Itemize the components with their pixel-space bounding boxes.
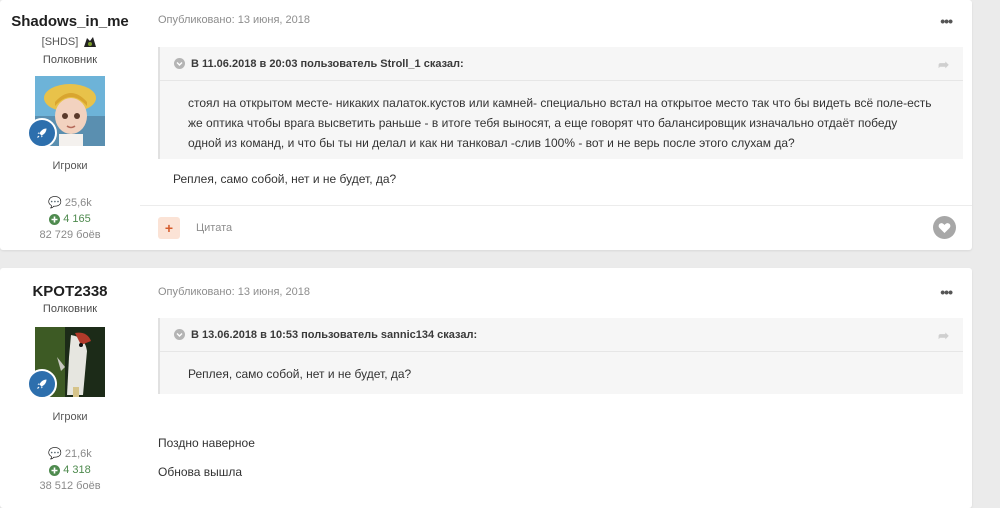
author-group: Игроки <box>52 411 88 423</box>
post-footer: + Цитата <box>140 205 972 251</box>
post-count-value: 25,6k <box>64 196 92 209</box>
share-arrow-icon[interactable]: ➦ <box>938 328 949 344</box>
collapse-quote-icon[interactable] <box>174 58 185 69</box>
post-count: 💬 25,6k <box>0 196 140 210</box>
quote-header: В 11.06.2018 в 20:03 пользователь Stroll… <box>160 47 963 81</box>
post-date[interactable]: Опубликовано: 13 июня, 2018 <box>158 286 310 298</box>
plus-circle-icon <box>49 213 61 225</box>
reputation-plus-button[interactable]: + <box>158 217 180 239</box>
author-group: Игроки <box>52 160 88 172</box>
comment-icon: 💬 <box>48 197 62 209</box>
author-panel: Shadows_in_me [SHDS] Полковник Игроки 💬 … <box>0 0 140 241</box>
collapse-quote-icon[interactable] <box>174 329 185 340</box>
clan-tag-label[interactable]: [SHDS] <box>42 36 79 48</box>
reputation-value: 4 318 <box>63 464 91 476</box>
post-menu-button[interactable]: ••• <box>940 13 953 29</box>
quote-header-text[interactable]: В 11.06.2018 в 20:03 пользователь Stroll… <box>191 58 464 70</box>
quote-text: Реплея, само собой, нет и не будет, да? <box>188 367 412 381</box>
battles-count: 82 729 боёв <box>39 229 101 241</box>
forum-post: Shadows_in_me [SHDS] Полковник Игроки 💬 … <box>0 0 972 250</box>
clan-tag: [SHDS] <box>0 35 140 49</box>
reputation: 4 165 <box>0 213 140 225</box>
clan-emblem-icon <box>84 37 97 47</box>
reputation: 4 318 <box>0 464 140 476</box>
quote-text: стоял на открытом месте- никаких палаток… <box>188 96 932 150</box>
post-date[interactable]: Опубликовано: 13 июня, 2018 <box>158 14 310 26</box>
plus-circle-icon <box>49 464 61 476</box>
post-line: Поздно наверное <box>158 436 255 450</box>
like-button[interactable] <box>933 216 956 239</box>
post-menu-button[interactable]: ••• <box>940 284 953 300</box>
rocket-icon <box>37 128 47 138</box>
share-arrow-icon[interactable]: ➦ <box>938 57 949 73</box>
quote-header-text[interactable]: В 13.06.2018 в 10:53 пользователь sannic… <box>191 329 477 341</box>
post-content: Реплея, само собой, нет и не будет, да? <box>173 172 397 186</box>
forum-post: KPOT2338 Полковник Игроки 💬 21,6k 4 318 … <box>0 268 972 508</box>
comment-icon: 💬 <box>48 448 62 460</box>
quote-block: В 13.06.2018 в 10:53 пользователь sannic… <box>158 318 963 394</box>
post-count: 💬 21,6k <box>0 447 140 461</box>
battles-count: 38 512 боёв <box>39 480 101 492</box>
author-rank: Полковник <box>42 303 98 315</box>
rank-badge <box>27 118 57 148</box>
rocket-icon <box>37 379 47 389</box>
rank-badge <box>27 369 57 399</box>
post-line: Обнова вышла <box>158 465 243 479</box>
author-name[interactable]: Shadows_in_me <box>0 13 140 30</box>
quote-button[interactable]: Цитата <box>196 222 232 234</box>
author-rank: Полковник <box>42 54 98 66</box>
heart-icon <box>938 222 951 233</box>
reputation-value: 4 165 <box>63 213 91 225</box>
author-name[interactable]: KPOT2338 <box>0 283 140 300</box>
author-panel: KPOT2338 Полковник Игроки 💬 21,6k 4 318 … <box>0 268 140 492</box>
avatar[interactable] <box>27 327 105 399</box>
post-count-value: 21,6k <box>64 447 92 460</box>
avatar[interactable] <box>27 76 105 148</box>
quote-block: В 11.06.2018 в 20:03 пользователь Stroll… <box>158 47 963 159</box>
quote-header: В 13.06.2018 в 10:53 пользователь sannic… <box>160 318 963 352</box>
